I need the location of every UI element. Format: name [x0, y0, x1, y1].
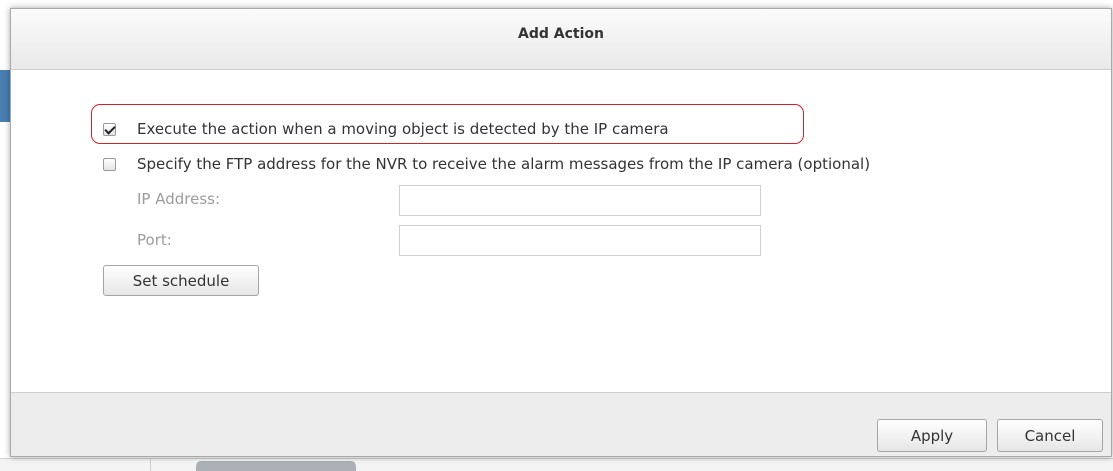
- dialog-title: Add Action: [518, 26, 604, 42]
- background-panel-accent: [0, 70, 10, 122]
- dialog-titlebar[interactable]: Add Action: [11, 9, 1111, 70]
- ftp-address-checkbox[interactable]: [103, 157, 116, 171]
- background-page-bottom: [0, 458, 1113, 471]
- dialog-footer: Apply Cancel: [11, 392, 1111, 456]
- option-ftp-address[interactable]: Specify the FTP address for the NVR to r…: [103, 155, 870, 173]
- ip-address-input[interactable]: [399, 185, 761, 216]
- ip-address-label: IP Address:: [137, 190, 221, 208]
- background-divider: [150, 459, 151, 471]
- motion-detection-checkbox[interactable]: [103, 122, 116, 136]
- port-input[interactable]: [399, 225, 761, 256]
- option-motion-detection[interactable]: Execute the action when a moving object …: [103, 120, 669, 138]
- cancel-button[interactable]: Cancel: [997, 419, 1103, 452]
- add-action-dialog: Add Action Execute the action when a mov…: [10, 8, 1112, 457]
- ftp-address-label: Specify the FTP address for the NVR to r…: [137, 155, 871, 173]
- apply-button[interactable]: Apply: [877, 419, 987, 452]
- set-schedule-button[interactable]: Set schedule: [103, 265, 259, 296]
- motion-detection-label: Execute the action when a moving object …: [137, 120, 669, 138]
- port-label: Port:: [137, 231, 172, 249]
